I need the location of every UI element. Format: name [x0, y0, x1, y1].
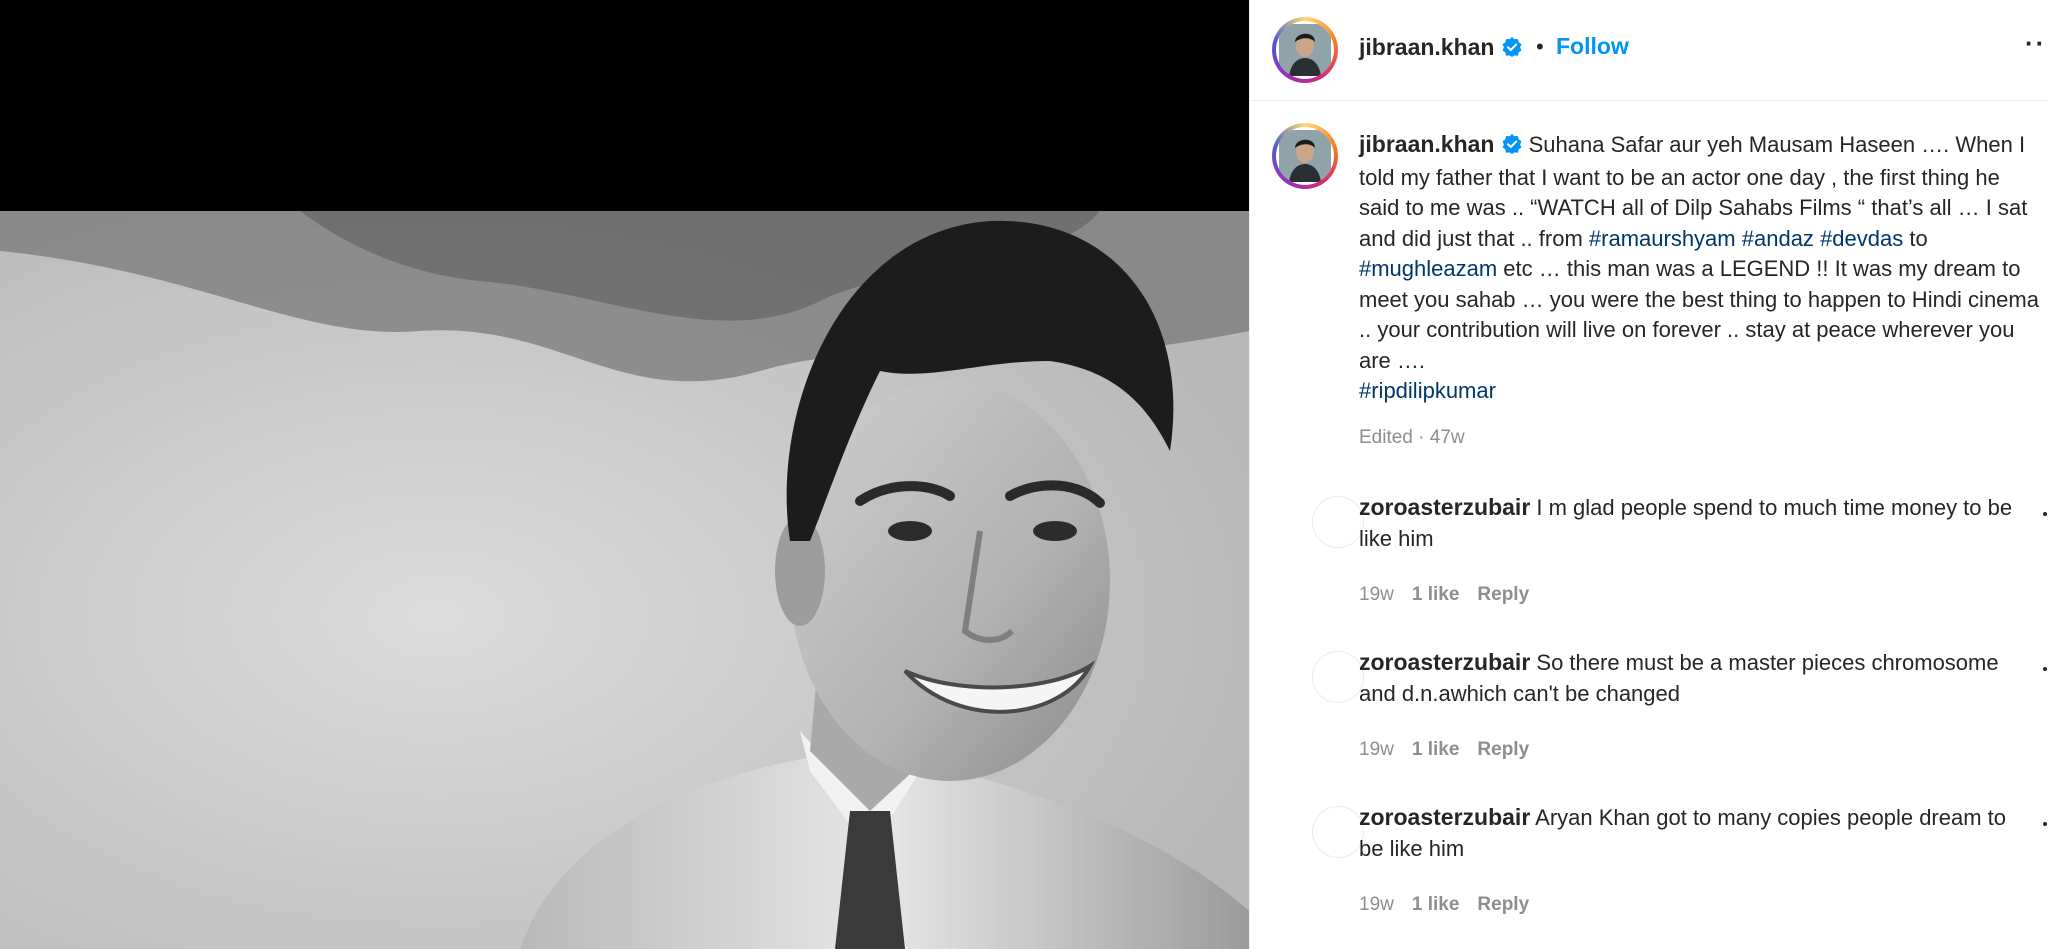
- follow-button[interactable]: Follow: [1556, 33, 1629, 60]
- post-media[interactable]: [0, 0, 1249, 949]
- caption-text: to: [1903, 225, 1928, 251]
- comment-age[interactable]: 19w: [1359, 584, 1394, 605]
- avatar-portrait-icon: [1279, 24, 1331, 76]
- author-avatar[interactable]: [1272, 17, 1338, 83]
- verified-badge-icon: [1502, 37, 1522, 62]
- comment-meta: 19w 1 like Reply: [1359, 894, 1547, 916]
- hashtag-link[interactable]: #ramaurshyam: [1589, 226, 1736, 251]
- comment-likes[interactable]: 1 like: [1412, 739, 1460, 760]
- commenter-avatar[interactable]: [1312, 496, 1364, 548]
- author-avatar-image: [1276, 21, 1334, 79]
- comment-meta: 19w 1 like Reply: [1359, 584, 1547, 606]
- comment-meta: 19w 1 like Reply: [1359, 739, 1547, 761]
- comment-body: zoroasterzubair Aryan Khan got to many c…: [1359, 802, 2019, 864]
- comment-age[interactable]: 19w: [1359, 739, 1394, 760]
- comment-username[interactable]: zoroasterzubair: [1359, 649, 1530, 675]
- header-username-row: jibraan.khan: [1359, 34, 1522, 62]
- reply-button[interactable]: Reply: [1477, 739, 1529, 760]
- heart-icon[interactable]: [2040, 506, 2048, 516]
- comment-username[interactable]: zoroasterzubair: [1359, 804, 1530, 830]
- heart-icon[interactable]: [2040, 816, 2048, 826]
- post-header: jibraan.khan • Follow ··: [1250, 0, 2048, 101]
- comment-body: zoroasterzubair So there must be a maste…: [1359, 647, 2019, 709]
- verified-badge-icon: [1502, 132, 1522, 163]
- reply-button[interactable]: Reply: [1477, 584, 1529, 605]
- comment-username[interactable]: zoroasterzubair: [1359, 494, 1530, 520]
- commenter-avatar[interactable]: [1312, 806, 1364, 858]
- hashtag-link[interactable]: #mughleazam: [1359, 256, 1497, 281]
- caption-edited-time: Edited · 47w: [1359, 427, 1465, 448]
- post-photo: [0, 211, 1249, 949]
- hashtag-link[interactable]: #devdas: [1820, 226, 1903, 251]
- portrait-illustration: [0, 211, 1249, 949]
- hashtag-link[interactable]: #ripdilipkumar: [1359, 378, 1496, 403]
- caption-avatar-image: [1276, 127, 1334, 185]
- avatar-portrait-icon: [1279, 130, 1331, 182]
- header-separator: •: [1536, 34, 1544, 59]
- comment-likes[interactable]: 1 like: [1412, 894, 1460, 915]
- hashtag-link[interactable]: #andaz: [1742, 226, 1814, 251]
- heart-icon[interactable]: [2040, 661, 2048, 671]
- reply-button[interactable]: Reply: [1477, 894, 1529, 915]
- commenter-avatar[interactable]: [1312, 651, 1364, 703]
- caption-avatar[interactable]: [1272, 123, 1338, 189]
- header-username[interactable]: jibraan.khan: [1359, 34, 1494, 60]
- caption-username[interactable]: jibraan.khan: [1359, 131, 1494, 157]
- post-sidebar: jibraan.khan • Follow ·· jibraan.khan Su…: [1249, 0, 2048, 949]
- more-options-icon[interactable]: ··: [2025, 28, 2046, 59]
- comment-body: zoroasterzubair I m glad people spend to…: [1359, 492, 2019, 554]
- post-caption: jibraan.khan Suhana Safar aur yeh Mausam…: [1359, 129, 2039, 407]
- comment-age[interactable]: 19w: [1359, 894, 1394, 915]
- comment-likes[interactable]: 1 like: [1412, 584, 1460, 605]
